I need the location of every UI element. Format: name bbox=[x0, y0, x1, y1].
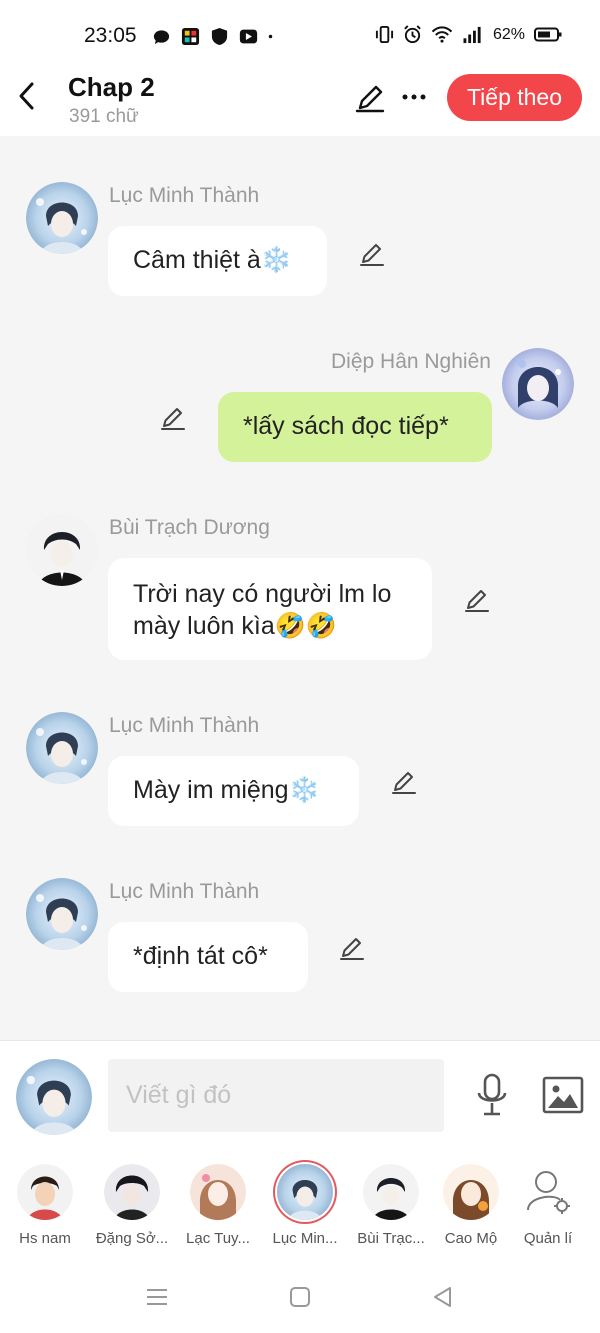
edit-message-icon[interactable] bbox=[390, 768, 418, 796]
sender-name: Diệp Hân Nghiên bbox=[331, 350, 491, 373]
system-nav-bar bbox=[0, 1260, 600, 1333]
message-line: Trời nay có người lm lo bbox=[133, 580, 392, 608]
edit-message-icon[interactable] bbox=[463, 586, 491, 614]
avatar bbox=[17, 1164, 73, 1220]
dot-icon bbox=[268, 34, 273, 39]
home-icon[interactable] bbox=[285, 1282, 315, 1312]
sender-name: Bùi Trạch Dương bbox=[109, 516, 270, 539]
message-composer bbox=[0, 1040, 600, 1150]
message-input[interactable] bbox=[108, 1059, 444, 1132]
avatar bbox=[277, 1164, 333, 1220]
sender-name: Lục Minh Thành bbox=[109, 714, 260, 737]
message-bubble[interactable]: *lấy sách đọc tiếp* bbox=[218, 392, 492, 462]
avatar[interactable] bbox=[26, 182, 98, 254]
edit-icon[interactable] bbox=[354, 82, 386, 114]
chapter-title: Chap 2 bbox=[68, 72, 155, 102]
sender-name: Lục Minh Thành bbox=[109, 184, 260, 207]
app-grid-icon bbox=[181, 27, 200, 46]
character-item[interactable]: Bùi Trạc... bbox=[351, 1164, 431, 1247]
sender-name: Lục Minh Thành bbox=[109, 880, 260, 903]
status-bar: 23:05 62% bbox=[0, 0, 600, 66]
play-icon bbox=[239, 29, 258, 44]
message-bubble[interactable]: *định tát cô* bbox=[108, 922, 308, 992]
manage-user-icon bbox=[520, 1164, 576, 1220]
back-icon[interactable] bbox=[12, 78, 42, 114]
message-bubble[interactable]: Câm thiệt à❄️ bbox=[108, 226, 327, 296]
message-bubble[interactable]: Trời nay có người lm lo mày luôn kìa🤣🤣 bbox=[108, 558, 432, 660]
image-icon[interactable] bbox=[542, 1076, 584, 1114]
current-speaker-avatar[interactable] bbox=[16, 1059, 92, 1135]
character-name: Đặng Sở... bbox=[95, 1230, 169, 1247]
character-name: Cao Mộ bbox=[444, 1230, 498, 1247]
more-icon[interactable] bbox=[400, 82, 428, 112]
avatar[interactable] bbox=[26, 712, 98, 784]
avatar bbox=[363, 1164, 419, 1220]
chapter-header: Chap 2 391 chữ Tiếp theo bbox=[0, 66, 600, 136]
edit-message-icon[interactable] bbox=[159, 404, 187, 432]
message-bubble[interactable]: Mày im miệng❄️ bbox=[108, 756, 359, 826]
chat-area[interactable]: Lục Minh Thành Câm thiệt à❄️ Diệp Hân Ng… bbox=[0, 136, 600, 1040]
character-name: Bùi Trạc... bbox=[357, 1230, 425, 1247]
avatar bbox=[190, 1164, 246, 1220]
next-chapter-button[interactable]: Tiếp theo bbox=[447, 74, 582, 121]
edit-message-icon[interactable] bbox=[358, 240, 386, 268]
character-item[interactable]: Lạc Tuy... bbox=[178, 1164, 258, 1247]
character-item[interactable]: Đặng Sở... bbox=[92, 1164, 172, 1247]
wifi-icon bbox=[431, 26, 453, 43]
battery-percent: 62% bbox=[492, 25, 525, 43]
word-count: 391 chữ bbox=[69, 106, 139, 127]
character-item[interactable]: Cao Mộ bbox=[431, 1164, 511, 1247]
alarm-icon bbox=[404, 25, 421, 44]
vibrate-icon bbox=[375, 25, 394, 44]
avatar bbox=[104, 1164, 160, 1220]
character-name: Lục Min... bbox=[272, 1230, 338, 1247]
avatar[interactable] bbox=[26, 878, 98, 950]
back-nav-icon[interactable] bbox=[428, 1282, 458, 1312]
character-bar: Hs nam Đặng Sở... Lạc Tuy... Lục Min... … bbox=[0, 1150, 600, 1260]
message-line: mày luôn kìa🤣🤣 bbox=[133, 612, 337, 640]
signal-icon bbox=[463, 26, 481, 44]
battery-icon bbox=[534, 27, 562, 42]
manage-characters-button[interactable]: Quản lí bbox=[508, 1164, 588, 1247]
avatar bbox=[443, 1164, 499, 1220]
microphone-icon[interactable] bbox=[474, 1073, 510, 1117]
edit-message-icon[interactable] bbox=[338, 934, 366, 962]
character-name: Hs nam bbox=[19, 1230, 71, 1247]
character-item[interactable]: Hs nam bbox=[5, 1164, 85, 1247]
bubble-icon bbox=[153, 30, 170, 45]
character-name: Quản lí bbox=[523, 1230, 573, 1247]
avatar[interactable] bbox=[502, 348, 574, 420]
shield-icon bbox=[211, 27, 228, 46]
menu-icon[interactable] bbox=[142, 1282, 172, 1312]
character-item-selected[interactable]: Lục Min... bbox=[265, 1164, 345, 1247]
character-name: Lạc Tuy... bbox=[186, 1230, 250, 1247]
avatar[interactable] bbox=[26, 514, 98, 586]
status-time: 23:05 bbox=[84, 24, 137, 47]
